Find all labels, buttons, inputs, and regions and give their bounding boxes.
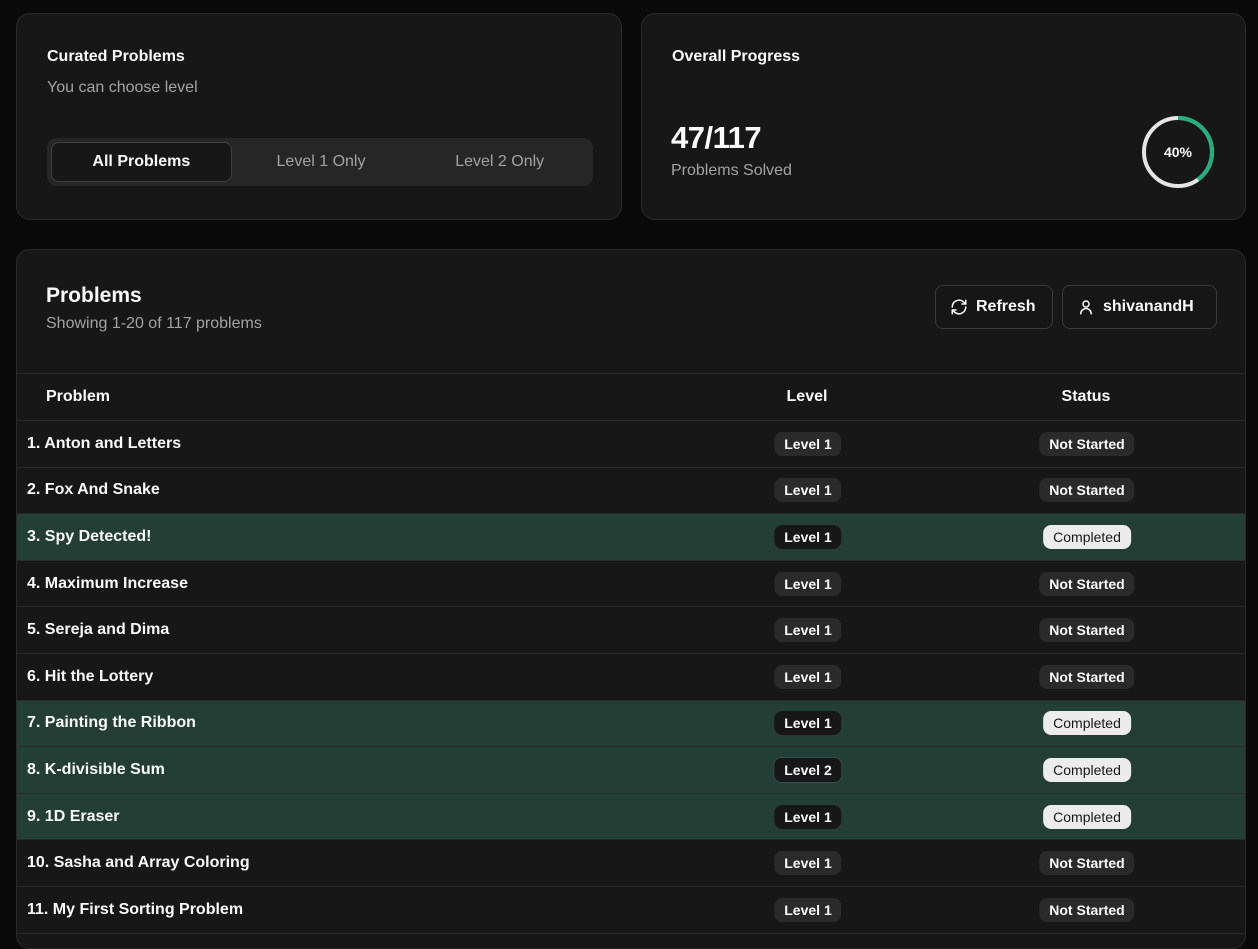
status-badge: Not Started bbox=[1039, 571, 1135, 596]
status-badge: Completed bbox=[1043, 711, 1131, 736]
refresh-label: Refresh bbox=[976, 298, 1036, 315]
level-badge: Level 1 bbox=[774, 711, 842, 736]
filter-level-2-only[interactable]: Level 2 Only bbox=[410, 142, 589, 182]
problem-name-link[interactable]: 1. Anton and Letters bbox=[27, 421, 181, 467]
table-row[interactable]: 5. Sereja and Dima Level 1 Not Started bbox=[17, 607, 1245, 654]
username-label: shivanandH bbox=[1103, 298, 1194, 315]
table-row[interactable]: 2. Fox And Snake Level 1 Not Started bbox=[17, 467, 1245, 515]
problem-name-link[interactable]: 9. 1D Eraser bbox=[27, 794, 120, 840]
problem-name-link[interactable]: 11. My First Sorting Problem bbox=[27, 887, 243, 933]
user-icon bbox=[1080, 300, 1092, 315]
status-badge: Not Started bbox=[1039, 618, 1135, 643]
progress-percent: 40% bbox=[1163, 144, 1193, 160]
progress-title: Overall Progress bbox=[672, 48, 801, 65]
status-badge: Not Started bbox=[1039, 897, 1135, 922]
table-row[interactable]: 1. Anton and Letters Level 1 Not Started bbox=[17, 421, 1245, 468]
table-header: Problem Level Status bbox=[17, 373, 1245, 421]
table-row[interactable]: 6. Hit the Lottery Level 1 Not Started bbox=[17, 653, 1245, 701]
problem-name-link[interactable]: 3. Spy Detected! bbox=[27, 514, 151, 560]
level-badge: Level 1 bbox=[774, 804, 842, 829]
table-row[interactable]: 7. Painting the Ribbon Level 1 Completed bbox=[17, 700, 1245, 748]
problem-name-link[interactable]: 10. Sasha and Array Coloring bbox=[27, 840, 250, 886]
level-badge: Level 1 bbox=[774, 897, 842, 922]
level-badge: Level 1 bbox=[774, 431, 842, 456]
solved-label: Problems Solved bbox=[671, 162, 792, 179]
refresh-button[interactable]: Refresh bbox=[935, 285, 1053, 329]
table-row[interactable]: 9. 1D Eraser Level 1 Completed bbox=[17, 793, 1245, 841]
problem-name-link[interactable]: 2. Fox And Snake bbox=[27, 468, 160, 514]
solved-count: 47/117 bbox=[671, 120, 762, 155]
user-button[interactable]: shivanandH bbox=[1062, 285, 1217, 329]
status-badge: Completed bbox=[1043, 757, 1131, 782]
column-header-level: Level bbox=[786, 388, 828, 405]
problem-name-link[interactable]: 4. Maximum Increase bbox=[27, 561, 188, 607]
refresh-icon bbox=[951, 299, 967, 315]
curated-subtitle: You can choose level bbox=[47, 79, 198, 96]
level-badge: Level 2 bbox=[773, 756, 843, 783]
status-badge: Completed bbox=[1043, 524, 1131, 549]
status-badge: Not Started bbox=[1039, 431, 1135, 456]
status-badge: Not Started bbox=[1039, 478, 1135, 503]
table-row[interactable]: 3. Spy Detected! Level 1 Completed bbox=[17, 514, 1245, 561]
curated-title: Curated Problems bbox=[47, 48, 185, 65]
level-badge: Level 1 bbox=[774, 524, 842, 549]
problems-table-body: 1. Anton and Letters Level 1 Not Started 2.… bbox=[17, 421, 1245, 934]
problem-name-link[interactable]: 5. Sereja and Dima bbox=[27, 607, 169, 653]
overall-progress-card: Overall Progress 47/117 Problems Solved … bbox=[641, 13, 1246, 220]
problems-count-subtitle: Showing 1-20 of 117 problems bbox=[46, 315, 262, 332]
level-badge: Level 1 bbox=[774, 851, 842, 876]
problem-name-link[interactable]: 8. K-divisible Sum bbox=[27, 747, 165, 793]
status-badge: Not Started bbox=[1039, 664, 1135, 689]
level-badge: Level 1 bbox=[774, 478, 842, 503]
filter-all-problems[interactable]: All Problems bbox=[51, 142, 232, 182]
problem-name-link[interactable]: 6. Hit the Lottery bbox=[27, 654, 153, 700]
table-row[interactable]: 8. K-divisible Sum Level 2 Completed bbox=[17, 747, 1245, 794]
column-header-status: Status bbox=[1061, 388, 1111, 405]
table-row[interactable]: 10. Sasha and Array Coloring Level 1 Not S… bbox=[17, 840, 1245, 887]
level-filter-segmented-control: All Problems Level 1 Only Level 2 Only bbox=[47, 138, 593, 186]
level-badge: Level 1 bbox=[774, 571, 842, 596]
problem-name-link[interactable]: 7. Painting the Ribbon bbox=[27, 701, 196, 747]
problems-title: Problems bbox=[46, 284, 142, 307]
status-badge: Not Started bbox=[1039, 851, 1135, 876]
column-header-problem: Problem bbox=[46, 388, 111, 405]
level-badge: Level 1 bbox=[774, 664, 842, 689]
filter-level-1-only[interactable]: Level 1 Only bbox=[232, 142, 411, 182]
level-badge: Level 1 bbox=[774, 618, 842, 643]
table-row[interactable]: 11. My First Sorting Problem Level 1 Not S… bbox=[17, 886, 1245, 934]
table-row[interactable]: 4. Maximum Increase Level 1 Not Started bbox=[17, 560, 1245, 608]
problems-card: Problems Showing 1-20 of 117 problems Re… bbox=[16, 249, 1246, 949]
curated-problems-card: Curated Problems You can choose level Al… bbox=[16, 13, 622, 220]
status-badge: Completed bbox=[1043, 804, 1131, 829]
